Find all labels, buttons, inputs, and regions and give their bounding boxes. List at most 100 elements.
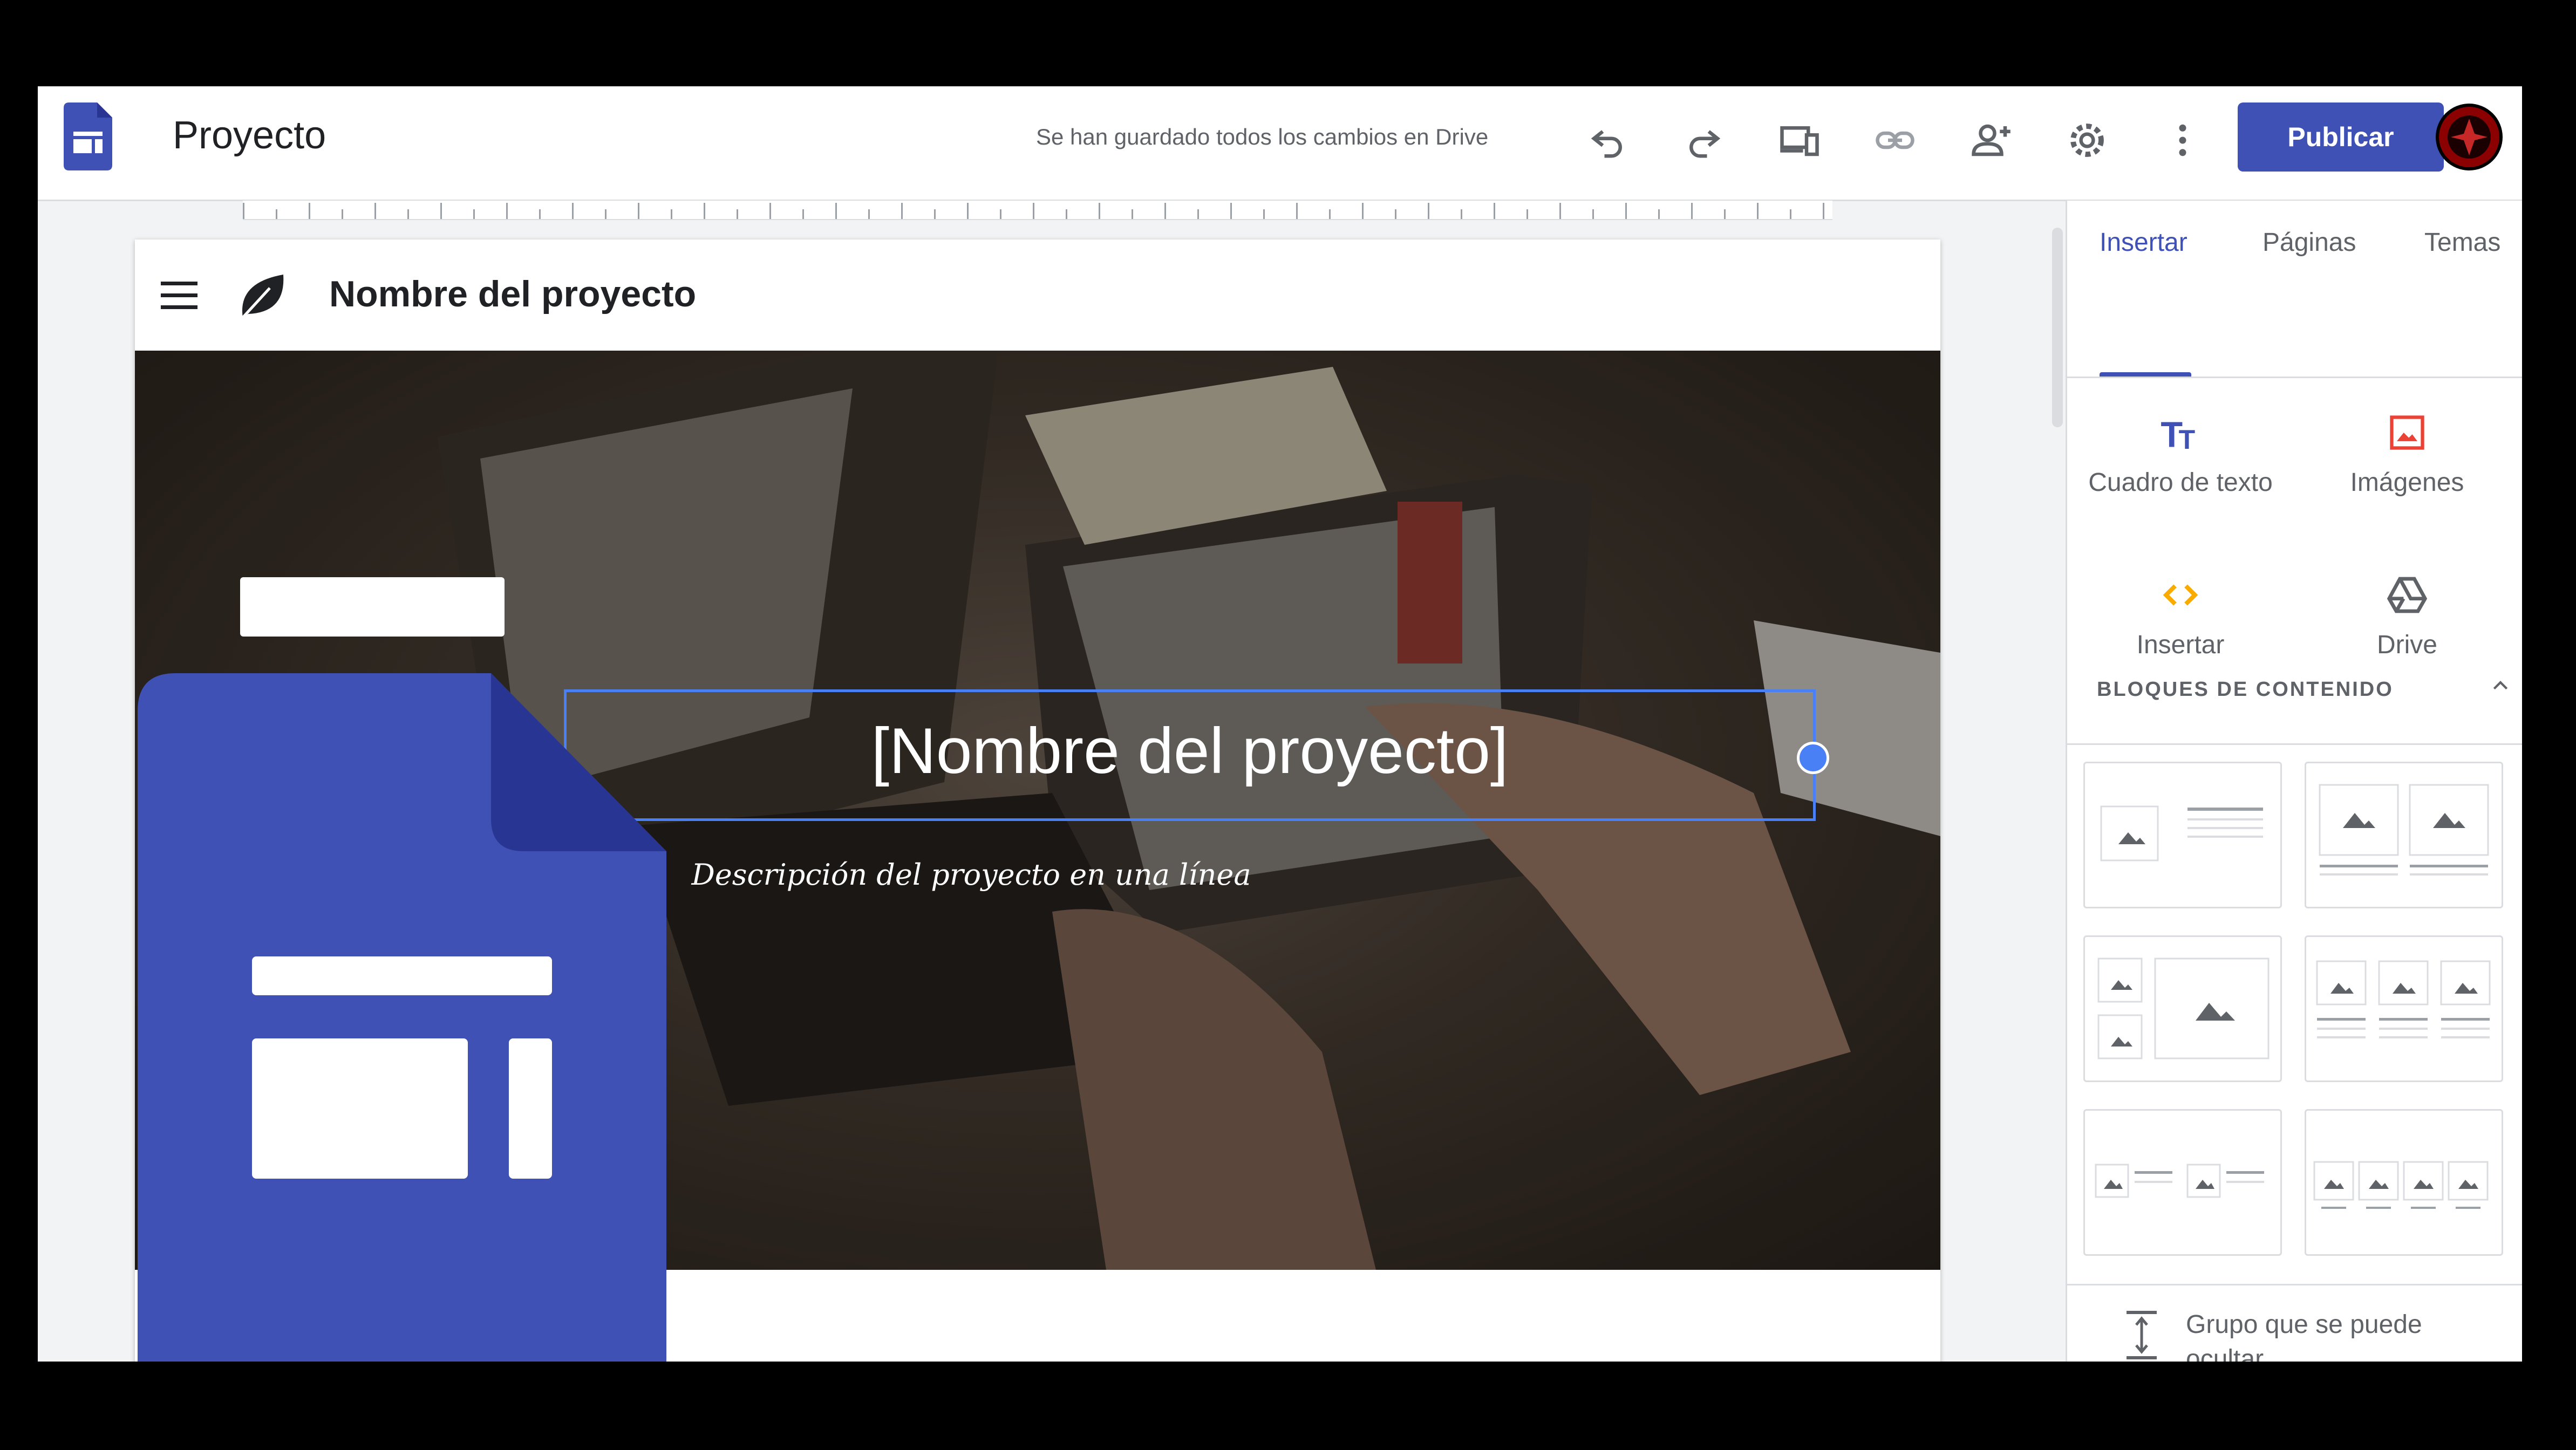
ruler-tick [440,203,442,219]
ruler-tick [704,203,705,219]
embed-icon [2083,571,2278,619]
hero-title-selection[interactable]: [Nombre del proyecto] [564,689,1829,821]
ruler-tick [1691,203,1693,219]
collapsible-group-icon [2127,1311,2157,1359]
sites-editor-window: Proyecto Se han guardado todos los cambi… [38,86,2522,1362]
ruler-tick [802,209,804,219]
link-icon[interactable] [1865,111,1925,170]
ruler-tick [638,203,639,219]
canvas-scrollbar[interactable] [2052,228,2063,427]
content-block-two-images[interactable] [2305,762,2503,908]
ruler-tick [1658,209,1660,219]
share-icon[interactable] [1961,111,2021,170]
ruler-tick [1099,203,1100,219]
save-status: Se han guardado todos los cambios en Dri… [1036,124,1489,149]
ruler-tick [1263,209,1265,219]
insert-images[interactable]: Imágenes [2310,408,2504,497]
ruler-tick [934,209,936,219]
tab-paginas[interactable]: Páginas [2262,228,2356,257]
ruler-tick [1559,203,1561,219]
insert-images-label: Imágenes [2350,468,2464,497]
tab-insertar[interactable]: Insertar [2100,228,2187,257]
right-panel: Insertar Páginas Temas TT Cuadro de text… [2066,201,2522,1362]
ruler-tick [473,209,475,219]
site-header: Nombre del proyecto [135,240,1940,351]
menu-icon[interactable] [161,282,197,309]
ruler-tick [737,209,738,219]
insert-embed-label: Insertar [2136,631,2225,659]
content-blocks-title: BLOQUES DE CONTENIDO [2097,678,2394,701]
ruler-tick [1757,203,1759,219]
ruler-tick [605,209,606,219]
ruler-tick [1132,209,1133,219]
ruler [243,201,1832,220]
svg-text:T: T [2179,425,2196,454]
ruler-tick [243,203,244,219]
ruler-tick [1164,203,1166,219]
ruler-tick [342,209,343,219]
ruler-tick [1033,203,1034,219]
redo-icon[interactable] [1674,111,1733,170]
ruler-tick [374,203,376,219]
images-icon [2310,408,2504,457]
chevron-up-icon[interactable] [2487,674,2514,696]
document-title[interactable]: Proyecto [173,113,326,158]
ruler-tick [309,203,310,219]
ruler-tick [1494,203,1495,219]
hero-title[interactable]: [Nombre del proyecto] [567,714,1813,788]
hero-subtitle[interactable]: Descripción del proyecto en una línea [674,858,1268,892]
insert-embed[interactable]: Insertar [2083,571,2278,660]
sites-logo-icon[interactable] [64,102,112,170]
layout-thumbnail [2100,805,2263,861]
ruler-tick [1790,209,1791,219]
preview-devices-icon[interactable] [1770,111,1829,170]
insert-drive-label: Drive [2376,631,2437,659]
drive-icon [2310,571,2504,619]
ruler-tick [407,209,409,219]
publish-button[interactable]: Publicar [2238,102,2444,172]
ruler-tick [506,203,508,219]
content-block-collage[interactable] [2083,935,2282,1082]
ruler-tick [1461,209,1462,219]
ruler-tick [1066,209,1067,219]
resize-handle[interactable] [1797,742,1829,774]
content-block-four-images[interactable] [2305,1109,2503,1256]
ruler-tick [1395,209,1396,219]
ruler-tick [1526,209,1528,219]
ruler-tick [1724,209,1726,219]
ruler-tick [1428,203,1429,219]
ruler-tick [1230,203,1232,219]
insert-text-box[interactable]: TT Cuadro de texto [2083,408,2278,497]
layout-thumbnail [2095,1164,2264,1198]
ruler-tick [1329,209,1331,219]
layout-thumbnail [2316,960,2491,1038]
leaf-logo-icon[interactable] [232,266,291,326]
ruler-tick [1000,209,1001,219]
layout-thumbnail [2319,784,2489,876]
settings-icon[interactable] [2057,111,2117,170]
ruler-tick [1296,203,1298,219]
undo-icon[interactable] [1578,111,1638,170]
layout-thumbnail [2313,1161,2489,1209]
site-name[interactable]: Nombre del proyecto [329,273,696,315]
google-sites-logo-icon [138,673,666,1362]
avatar[interactable] [2436,104,2503,170]
top-bar: Proyecto Se han guardado todos los cambi… [38,86,2522,201]
tabs-divider [2067,377,2522,378]
ruler-tick [539,209,541,219]
ruler-tick [901,203,903,219]
ruler-tick [671,209,672,219]
content-block-image-text[interactable] [2083,762,2282,908]
ruler-tick [769,203,771,219]
ruler-tick [868,209,870,219]
ruler-tick [572,203,574,219]
content-block-three-images[interactable] [2305,935,2503,1082]
tab-temas[interactable]: Temas [2424,228,2500,257]
more-icon[interactable] [2153,111,2212,170]
content-block-image-pairs[interactable] [2083,1109,2282,1256]
insert-drive[interactable]: Drive [2310,571,2504,660]
insert-text-box-label: Cuadro de texto [2088,468,2273,497]
collapsible-group-label[interactable]: Grupo que se puede ocultar [2186,1308,2488,1362]
ruler-tick [1592,209,1594,219]
hero-button-placeholder[interactable] [240,577,505,637]
